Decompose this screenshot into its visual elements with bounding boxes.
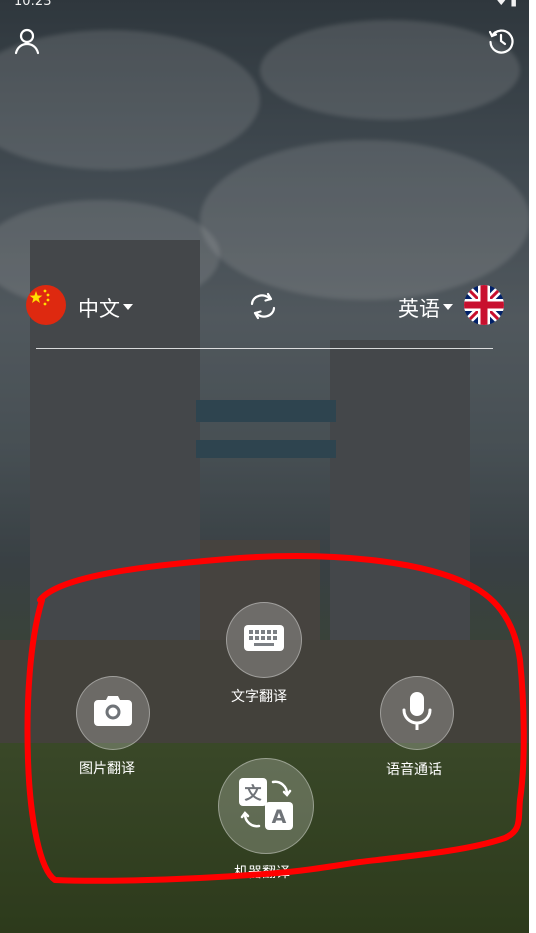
uk-flag-icon[interactable] (464, 285, 504, 325)
status-time: 10:23 (14, 0, 52, 9)
microphone-icon (402, 692, 432, 734)
source-language-label[interactable]: 中文 (78, 293, 120, 323)
voice-call-label: 语音通话 (386, 762, 442, 778)
machine-translate-button[interactable]: 文 A (218, 758, 314, 854)
target-language-label[interactable]: 英语 (398, 293, 440, 323)
translate-icon: 文 A (239, 778, 293, 834)
text-translate-label: 文字翻译 (231, 689, 287, 705)
svg-text:文: 文 (245, 783, 263, 804)
app-screen: 10:23 ♥ ▮ 中文 英语 文字翻译 图片翻译 语音通话 文 A 机器翻译 (0, 0, 529, 933)
language-divider (36, 348, 493, 349)
photo-translate-label: 图片翻译 (79, 761, 135, 777)
china-flag-icon[interactable] (26, 285, 66, 325)
swap-icon[interactable] (246, 290, 280, 322)
svg-text:A: A (272, 806, 287, 828)
language-selector: 中文 英语 (24, 284, 509, 328)
user-icon[interactable] (12, 26, 42, 56)
keyboard-icon (244, 625, 284, 655)
photo-translate-button[interactable] (76, 676, 150, 750)
text-translate-button[interactable] (226, 602, 302, 678)
camera-icon (94, 696, 132, 730)
chevron-down-icon[interactable] (443, 304, 453, 310)
voice-call-button[interactable] (380, 676, 454, 750)
status-bar: 10:23 ♥ ▮ (0, 0, 529, 10)
status-icons: ♥ ▮ (495, 0, 517, 8)
chevron-down-icon[interactable] (123, 304, 133, 310)
machine-translate-label: 机器翻译 (234, 865, 290, 881)
history-clock-icon[interactable] (486, 26, 516, 56)
